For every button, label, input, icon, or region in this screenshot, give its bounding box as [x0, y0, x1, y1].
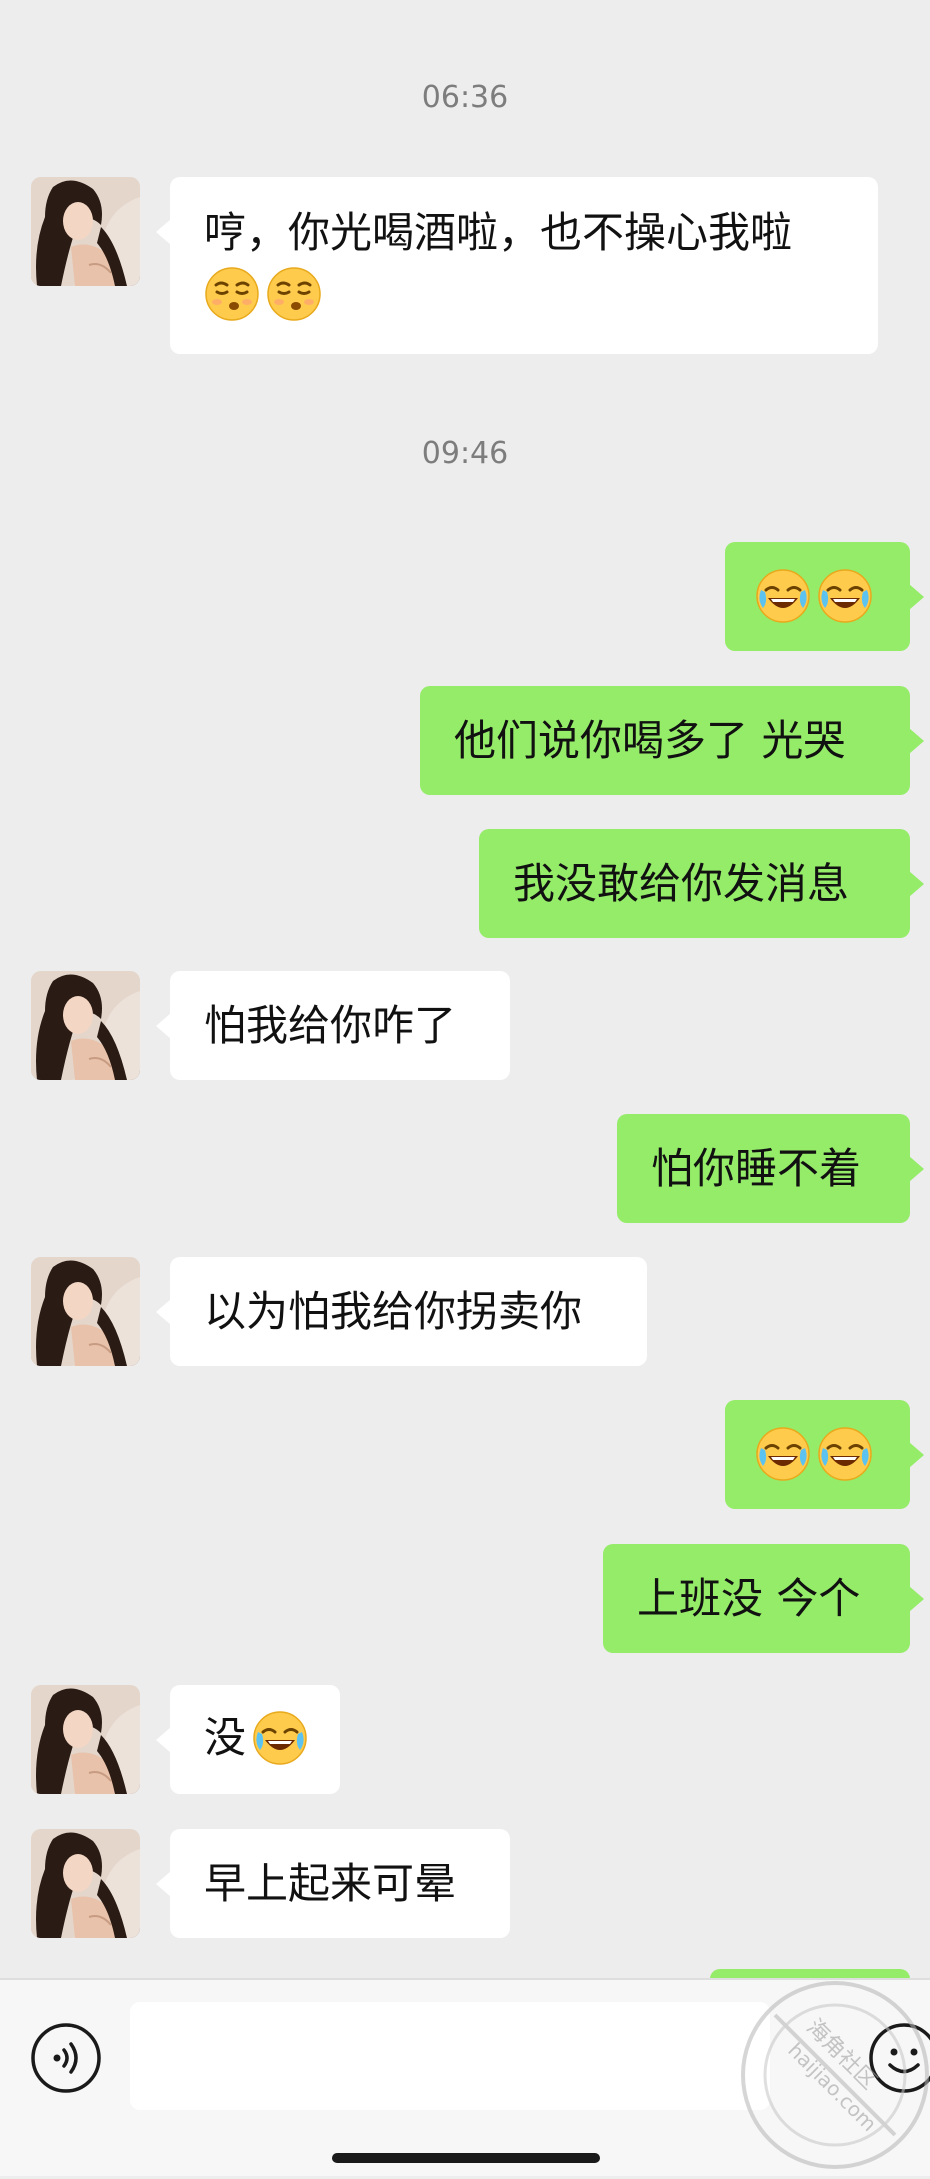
- voice-input-button[interactable]: [30, 2022, 102, 2094]
- message-bubble-incoming[interactable]: 没: [156, 1685, 340, 1794]
- laugh-cry-emoji-icon: [252, 1710, 308, 1766]
- message-bubble-outgoing[interactable]: 他们说你喝多了 光哭: [420, 686, 924, 795]
- contact-avatar[interactable]: [31, 1257, 140, 1366]
- emoji-row: [755, 568, 910, 624]
- message-bubble-outgoing[interactable]: [725, 1400, 924, 1509]
- emoji-row: [204, 266, 844, 322]
- emoji-picker-button[interactable]: [868, 2022, 930, 2094]
- emoji-row: [755, 1426, 910, 1482]
- message-text: 哼，你光喝酒啦，也不操心我啦: [204, 208, 793, 257]
- laugh-cry-emoji-icon: [817, 1426, 873, 1482]
- message-text: 他们说你喝多了 光哭: [454, 716, 846, 765]
- message-bubble-outgoing[interactable]: [725, 542, 924, 651]
- message-text: 上班没 今个: [637, 1574, 861, 1623]
- contact-avatar[interactable]: [31, 1829, 140, 1938]
- message-bubble-outgoing[interactable]: 怕你睡不着: [617, 1114, 924, 1223]
- contact-avatar[interactable]: [31, 177, 140, 286]
- chat-message-list[interactable]: 06:36 哼，你光喝酒啦，也不操心我啦 09:46 他们说你喝多了 光哭 我没…: [0, 0, 930, 1978]
- timestamp: 06:36: [421, 80, 509, 115]
- input-toolbar: [0, 1978, 930, 2176]
- timestamp: 09:46: [421, 436, 509, 471]
- message-bubble-incoming[interactable]: 哼，你光喝酒啦，也不操心我啦: [156, 177, 878, 354]
- message-text: 怕你睡不着: [651, 1144, 862, 1193]
- message-bubble-outgoing[interactable]: 上班没 今个: [603, 1544, 924, 1653]
- emoji-row: 没: [204, 1707, 306, 1769]
- message-bubble-outgoing-partial[interactable]: [710, 1969, 910, 1978]
- laugh-cry-emoji-icon: [817, 568, 873, 624]
- voice-icon: [31, 2023, 101, 2093]
- message-text: 早上起来可晕: [204, 1859, 457, 1908]
- message-bubble-outgoing[interactable]: 我没敢给你发消息: [479, 829, 924, 938]
- message-bubble-incoming[interactable]: 怕我给你咋了: [156, 971, 510, 1080]
- contact-avatar[interactable]: [31, 971, 140, 1080]
- home-indicator[interactable]: [332, 2153, 600, 2163]
- message-text: 我没敢给你发消息: [513, 859, 850, 908]
- contact-avatar[interactable]: [31, 1685, 140, 1794]
- smiley-icon: [869, 2023, 930, 2093]
- message-text: 怕我给你咋了: [204, 1001, 457, 1050]
- laugh-cry-emoji-icon: [755, 568, 811, 624]
- smirk-emoji-icon: [266, 266, 322, 322]
- message-input[interactable]: [130, 2002, 770, 2110]
- message-bubble-incoming[interactable]: 早上起来可晕: [156, 1829, 510, 1938]
- message-text: 以为怕我给你拐卖你: [204, 1287, 583, 1336]
- message-text: 没: [204, 1713, 247, 1762]
- laugh-cry-emoji-icon: [755, 1426, 811, 1482]
- smirk-emoji-icon: [204, 266, 260, 322]
- message-bubble-incoming[interactable]: 以为怕我给你拐卖你: [156, 1257, 647, 1366]
